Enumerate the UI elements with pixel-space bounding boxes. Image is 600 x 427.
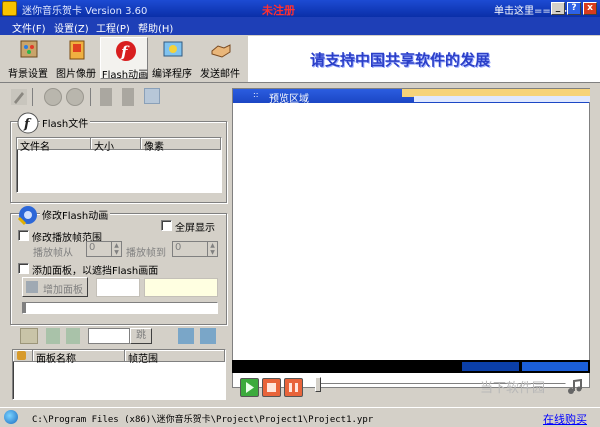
modify-flash-icon	[17, 204, 39, 226]
menu-bar: 文件(F) 设置(Z) 工程(P) 帮助(H)	[0, 17, 600, 35]
playback-slider-thumb[interactable]	[315, 377, 321, 392]
help-button[interactable]: ?	[567, 2, 581, 15]
play-button[interactable]	[240, 378, 259, 397]
status-bar: C:\Program Files (x86)\迷你音乐贺卡\Project\Pr…	[0, 407, 600, 427]
panel-slider[interactable]	[22, 302, 218, 314]
jump-button[interactable]: 跳	[130, 328, 152, 344]
to-frame-spinner[interactable]: 0 ▲ ▼	[172, 241, 218, 257]
stop-icon	[267, 383, 276, 392]
panel-import-icon[interactable]	[178, 328, 194, 344]
compile-icon	[163, 41, 183, 57]
menu-help[interactable]: 帮助(H)	[138, 20, 173, 35]
palette-icon	[20, 40, 38, 58]
panel-tool-icon[interactable]	[20, 328, 38, 344]
pencil-icon	[11, 89, 27, 105]
stop-button[interactable]	[262, 378, 281, 397]
pause-icon	[289, 383, 298, 392]
fullscreen-label: 全屏显示	[175, 223, 215, 234]
jump-input[interactable]	[88, 328, 130, 344]
project-path: C:\Program Files (x86)\迷你音乐贺卡\Project\Pr…	[32, 415, 374, 425]
play-icon	[246, 382, 254, 393]
save-icon[interactable]	[144, 88, 160, 104]
title-bar: 迷你音乐贺卡 Version 3.60 未注册 单击这里==>> _ ? x	[0, 0, 600, 17]
panel-col-icon	[17, 351, 26, 360]
panel-color-field[interactable]	[144, 278, 218, 297]
col-panel-name[interactable]: 面板名称	[33, 350, 125, 365]
move-down-icon[interactable]	[122, 88, 134, 106]
window-title: 迷你音乐贺卡 Version 3.60	[22, 6, 148, 17]
pause-button[interactable]	[284, 378, 303, 397]
col-icon	[13, 350, 33, 362]
move-up-icon[interactable]	[100, 88, 112, 106]
menu-settings[interactable]: 设置(Z)	[54, 20, 89, 35]
disabled-circle-icon[interactable]	[44, 88, 62, 106]
minimize-button[interactable]: _	[551, 2, 565, 15]
close-button[interactable]: x	[583, 2, 597, 15]
menu-file[interactable]: 文件(F)	[12, 20, 46, 35]
preview-title: 预览区域	[269, 94, 309, 105]
photo-album-icon	[69, 40, 85, 60]
edit-icon[interactable]	[10, 88, 28, 106]
globe-icon	[4, 410, 18, 424]
tool-send-mail[interactable]: 发送邮件	[196, 37, 244, 80]
from-frame-label: 播放帧从	[33, 248, 73, 259]
panel-list[interactable]: 面板名称 帧范围	[12, 349, 226, 400]
col-frame-range[interactable]: 帧范围	[125, 350, 225, 365]
tool-label: 发送邮件	[200, 69, 240, 80]
panel-name-field[interactable]	[96, 278, 140, 297]
tool-photo-album[interactable]: 图片像册	[52, 37, 100, 80]
tool-compile[interactable]: 编译程序	[148, 37, 196, 80]
fullscreen-checkbox[interactable]	[161, 220, 172, 231]
preview-area[interactable]	[232, 88, 590, 388]
flash-files-list[interactable]: 文件名 大小 像素	[16, 137, 222, 193]
to-frame-value: 0	[175, 242, 182, 253]
from-frame-value: 0	[89, 242, 96, 253]
banner-text: 请支持中国共享软件的发展	[310, 51, 491, 69]
timeline-segment	[522, 362, 588, 371]
modify-range-checkbox[interactable]	[18, 230, 29, 241]
banner: 请支持中国共享软件的发展	[248, 36, 600, 82]
unregistered-label: 未注册	[262, 4, 295, 17]
timeline-segment	[462, 362, 519, 371]
add-panel-button[interactable]: 增加面板	[22, 277, 88, 297]
tool-background-settings[interactable]: 背景设置	[4, 37, 52, 80]
add-panel-label: 添加面板，以遮挡Flash画面	[32, 266, 159, 277]
to-frame-label: 播放帧到	[126, 248, 166, 259]
menu-project[interactable]: 工程(P)	[96, 20, 130, 35]
panel-icon	[26, 281, 38, 293]
from-frame-spinner[interactable]: 0 ▲ ▼	[86, 241, 122, 257]
tool-label: 图片像册	[56, 69, 96, 80]
col-pixels[interactable]: 像素	[141, 138, 221, 153]
panel-next-icon[interactable]	[66, 328, 80, 344]
preview-header-accent-2	[414, 96, 590, 102]
delete-icon[interactable]	[66, 88, 84, 106]
tool-flash-animation[interactable]: f Flash动画	[100, 37, 148, 81]
preview-dots: ::	[253, 90, 259, 99]
app-icon	[2, 1, 17, 16]
add-panel-button-label: 增加面板	[43, 285, 83, 296]
watermark-text: 当下软件园	[480, 381, 546, 396]
spin-arrows-icon[interactable]: ▲ ▼	[207, 242, 217, 256]
col-filename[interactable]: 文件名	[17, 138, 91, 153]
handshake-mail-icon	[211, 44, 231, 58]
col-size[interactable]: 大小	[91, 138, 141, 153]
panel-export-icon[interactable]	[200, 328, 216, 344]
separator	[90, 88, 91, 106]
flash-icon: f	[116, 41, 136, 61]
spin-arrows-icon[interactable]: ▲ ▼	[111, 242, 121, 256]
buy-online-link[interactable]: 在线购买	[543, 411, 587, 427]
panel-slider-thumb[interactable]	[23, 303, 26, 313]
panel-prev-icon[interactable]	[46, 328, 60, 344]
add-panel-checkbox[interactable]	[18, 263, 29, 274]
flash-files-title: Flash文件	[40, 115, 91, 130]
modify-flash-title: 修改Flash动画	[40, 207, 111, 222]
music-note-icon[interactable]	[566, 378, 584, 395]
separator	[32, 88, 33, 106]
timeline-bar[interactable]	[232, 360, 590, 373]
flash-file-icon: f	[17, 112, 39, 134]
